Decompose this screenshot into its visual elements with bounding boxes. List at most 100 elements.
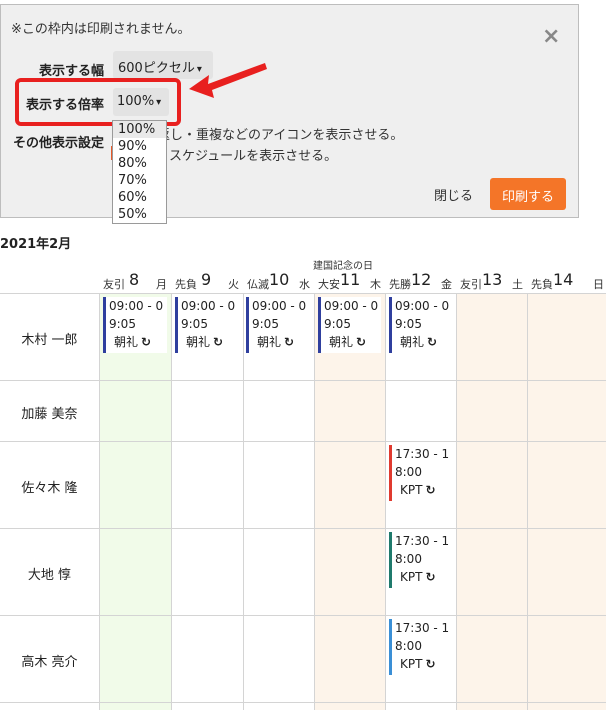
rokuyo-label: 先勝 [389,278,411,291]
panel-notice: ※この枠内は印刷されません。 [11,22,191,37]
event-time-line1: 09:00 - 0 [181,299,236,313]
rokuyo-label: 先負 [175,278,197,291]
holiday-column [314,294,385,710]
repeat-icon: ↻ [356,335,367,349]
event-block[interactable]: 17:30 - 1 8:00 KPT ↻ [389,619,452,675]
event-time-line2: 8:00 [395,552,422,566]
day-header: 先勝 12 金 [385,268,456,294]
event-color-bar [389,619,392,675]
grid-line [0,528,606,529]
repeat-icon: ↻ [425,483,436,497]
day-header: 友引 13 土 [456,268,527,294]
rokuyo-label: 友引 [103,278,125,291]
day-of-week: 月 [156,278,167,291]
event-block[interactable]: 09:00 - 0 9:05 朝礼 ↻ [175,297,239,353]
event-time-line2: 9:05 [109,317,136,331]
grid-line [314,294,315,710]
rokuyo-label: 友引 [460,278,482,291]
event-color-bar [389,445,392,501]
print-button[interactable]: 印刷する [490,178,566,210]
grid-line [99,294,100,710]
event-time-line2: 9:05 [181,317,208,331]
event-title: KPT [400,483,423,497]
event-block[interactable]: 09:00 - 0 9:05 朝礼 ↻ [318,297,381,353]
day-number: 10 [269,270,290,289]
rokuyo-label: 先負 [531,278,553,291]
event-color-bar [389,532,392,588]
month-title: 2021年2月 [0,237,72,252]
scale-option[interactable]: 100% [113,121,166,138]
day-header: 大安 11 木 [314,268,385,294]
day-number: 9 [201,270,212,289]
pointer-arrow [189,63,267,98]
day-of-week: 火 [228,278,239,291]
event-time-line2: 8:00 [395,465,422,479]
event-block[interactable]: 09:00 - 0 9:05 朝礼 ↻ [103,297,167,353]
scale-option[interactable]: 60% [113,189,166,206]
day-number: 8 [129,270,140,289]
grid-line [527,294,528,710]
grid-line [0,615,606,616]
day-of-week: 木 [370,278,381,291]
grid-line [0,702,606,703]
day-header: 先負 9 火 [171,268,243,294]
event-time-line1: 09:00 - 0 [395,299,450,313]
repeat-icon: ↻ [425,570,436,584]
day-of-week: 土 [512,278,523,291]
event-time-line1: 09:00 - 0 [252,299,307,313]
grid-line [243,294,244,710]
event-title: KPT [400,657,423,671]
event-time-line1: 17:30 - 1 [395,621,450,635]
event-title: 朝礼 [400,335,425,349]
person-name: 大地 惇 [27,568,72,583]
event-title: 朝礼 [329,335,354,349]
day-of-week: 水 [299,278,310,291]
day-number: 11 [340,270,361,289]
event-block[interactable]: 09:00 - 0 9:05 朝礼 ↻ [246,297,310,353]
event-time-line1: 17:30 - 1 [395,447,450,461]
repeat-icon: ↻ [425,657,436,671]
repeat-icon: ↻ [213,335,224,349]
other-settings-label: その他表示設定 [13,136,105,151]
event-time-line2: 8:00 [395,639,422,653]
day-header: 先負 14 日 [527,268,606,294]
event-title: 朝礼 [186,335,211,349]
close-icon[interactable]: × [542,26,560,48]
close-button[interactable]: 閉じる [434,185,473,204]
event-block[interactable]: 17:30 - 1 8:00 KPT ↻ [389,445,452,501]
option-icons-text: 返し・重複などのアイコンを表示させる。 [157,128,404,143]
event-time-line1: 09:00 - 0 [324,299,379,313]
event-time-line2: 9:05 [395,317,422,331]
day-number: 14 [553,270,574,289]
scale-option[interactable]: 70% [113,172,166,189]
grid-line [456,294,457,710]
event-time-line2: 9:05 [252,317,279,331]
day-header: 友引 8 月 [99,268,171,294]
person-name: 高木 亮介 [21,655,78,670]
day-number: 13 [482,270,503,289]
event-time-line1: 09:00 - 0 [109,299,164,313]
repeat-icon: ↻ [284,335,295,349]
width-label: 表示する幅 [39,64,105,79]
day-header: 仏滅 10 水 [243,268,314,294]
day-number: 12 [411,270,432,289]
grid-line [385,294,386,710]
event-color-bar [389,297,392,353]
event-title: 朝礼 [257,335,282,349]
scale-option[interactable]: 50% [113,206,166,223]
grid-line [0,293,606,294]
event-title: KPT [400,570,423,584]
print-settings-panel: ※この枠内は印刷されません。 × 表示する幅 600ピクセル ▾ 表示する倍率 1… [0,4,579,218]
event-block[interactable]: 09:00 - 0 9:05 朝礼 ↻ [389,297,452,353]
person-name: 木村 一郎 [21,333,78,348]
person-name: 加藤 美奈 [21,407,78,422]
event-block[interactable]: 17:30 - 1 8:00 KPT ↻ [389,532,452,588]
weekend-columns [456,294,606,710]
scale-option[interactable]: 90% [113,138,166,155]
scale-dropdown-list[interactable]: 100% 90% 80% 70% 60% 50% [112,120,167,224]
scale-option[interactable]: 80% [113,155,166,172]
person-name: 佐々木 隆 [21,481,78,496]
day-of-week: 金 [441,278,452,291]
today-column [99,294,171,710]
event-time-line2: 9:05 [324,317,351,331]
